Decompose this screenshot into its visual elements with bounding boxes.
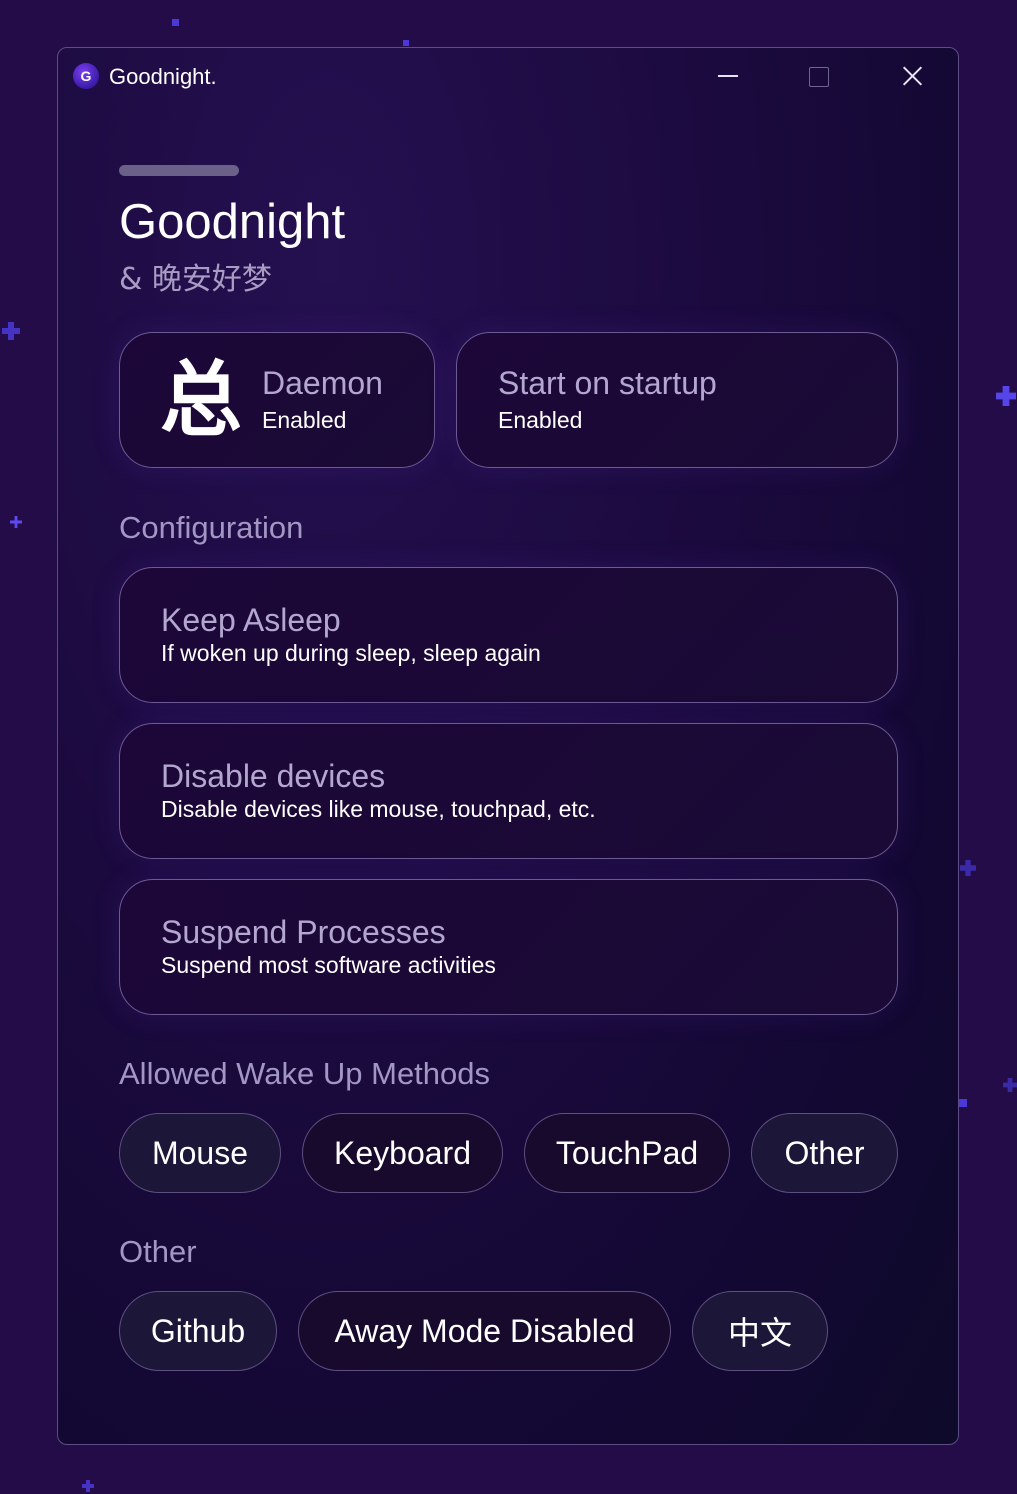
- background-star: [1003, 1078, 1017, 1092]
- app-window: G Goodnight. Goodnight & 晚安好梦 总 Daemon E…: [57, 47, 959, 1445]
- page-subtitle: & 晚安好梦: [119, 262, 272, 297]
- wake-other-toggle[interactable]: Other: [751, 1113, 898, 1193]
- daemon-title: Daemon: [262, 365, 383, 401]
- wake-touchpad-toggle[interactable]: TouchPad: [524, 1113, 730, 1193]
- background-star: [403, 40, 409, 46]
- wake-keyboard-toggle[interactable]: Keyboard: [302, 1113, 503, 1193]
- background-star: [172, 19, 179, 26]
- page-title: Goodnight: [119, 195, 346, 249]
- keep-asleep-description: If woken up during sleep, sleep again: [161, 640, 541, 666]
- other-heading: Other: [119, 1234, 197, 1269]
- daemon-status: Enabled: [262, 407, 347, 433]
- minimize-button[interactable]: [698, 48, 758, 104]
- background-star: [10, 516, 22, 528]
- keep-asleep-title: Keep Asleep: [161, 602, 341, 638]
- header-accent-bar: [119, 165, 239, 176]
- language-button[interactable]: 中文: [692, 1291, 828, 1371]
- wake-methods-heading: Allowed Wake Up Methods: [119, 1056, 491, 1091]
- disable-devices-title: Disable devices: [161, 758, 386, 794]
- window-title: Goodnight.: [109, 64, 217, 89]
- suspend-processes-card[interactable]: Suspend Processes Suspend most software …: [119, 879, 898, 1015]
- disable-devices-description: Disable devices like mouse, touchpad, et…: [161, 796, 596, 822]
- title-bar[interactable]: G Goodnight.: [58, 48, 958, 106]
- background-star: [959, 1099, 967, 1107]
- daemon-glyph-icon: 总: [160, 353, 243, 448]
- github-button[interactable]: Github: [119, 1291, 277, 1371]
- configuration-heading: Configuration: [119, 510, 304, 545]
- startup-status: Enabled: [498, 407, 583, 433]
- app-logo-icon: G: [73, 63, 99, 89]
- background-star: [996, 386, 1016, 406]
- close-button[interactable]: [882, 48, 942, 104]
- background-star: [2, 322, 20, 340]
- maximize-button[interactable]: [788, 48, 848, 104]
- startup-card[interactable]: Start on startup Enabled: [456, 332, 898, 468]
- suspend-processes-title: Suspend Processes: [161, 914, 446, 950]
- wake-mouse-toggle[interactable]: Mouse: [119, 1113, 281, 1193]
- startup-title: Start on startup: [498, 365, 717, 401]
- disable-devices-card[interactable]: Disable devices Disable devices like mou…: [119, 723, 898, 859]
- background-star: [82, 1480, 94, 1492]
- away-mode-button[interactable]: Away Mode Disabled: [298, 1291, 671, 1371]
- background-star: [960, 860, 976, 876]
- keep-asleep-card[interactable]: Keep Asleep If woken up during sleep, sl…: [119, 567, 898, 703]
- suspend-processes-description: Suspend most software activities: [161, 952, 496, 978]
- daemon-card[interactable]: 总 Daemon Enabled: [119, 332, 435, 468]
